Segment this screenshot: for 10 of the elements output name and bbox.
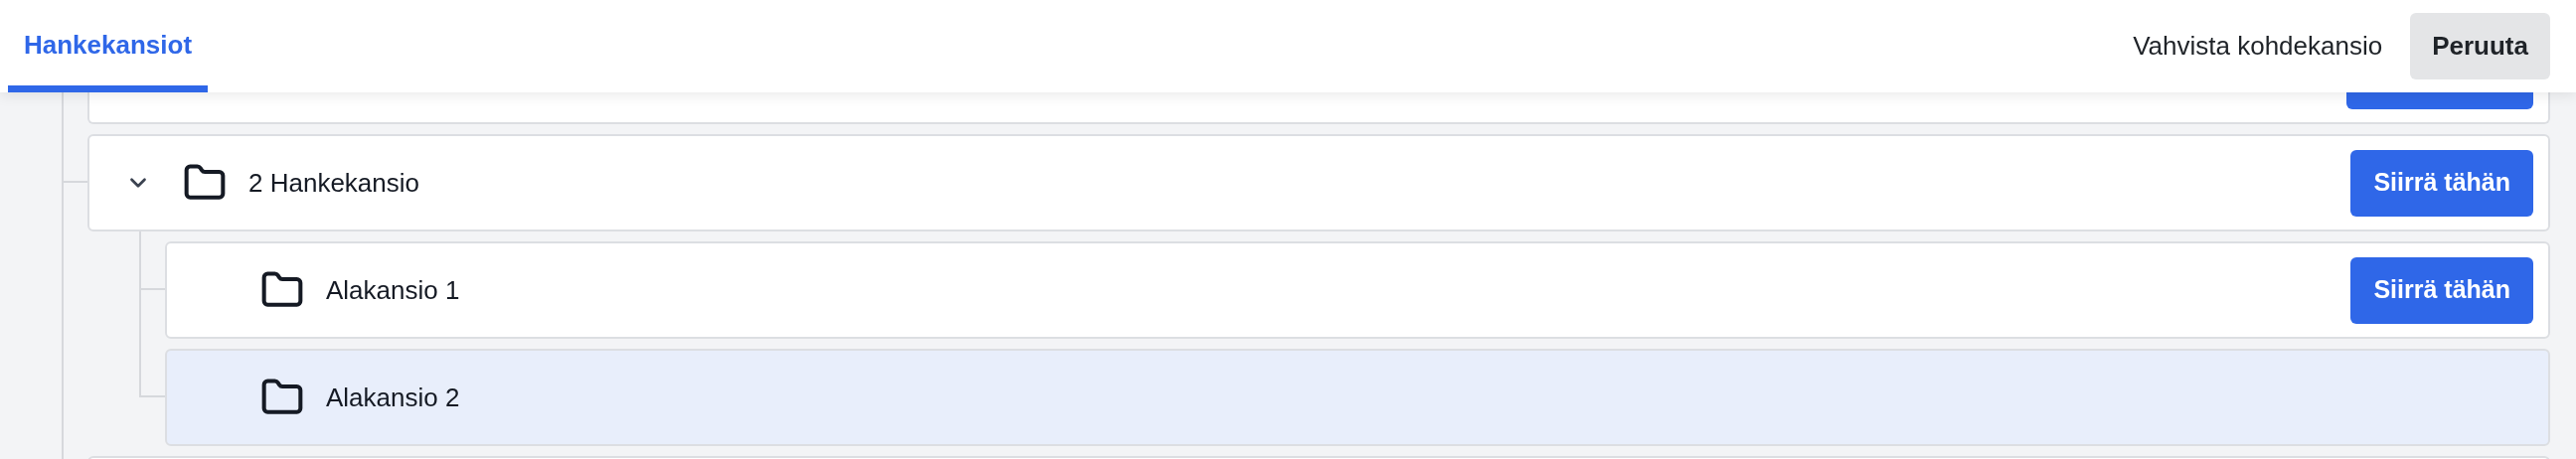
folder-name: Alakansio 1 <box>326 273 460 307</box>
folder-row[interactable]: Alakansio 2 <box>165 349 2550 446</box>
folder-row[interactable]: Alakansio 1 Siirrä tähän <box>165 241 2550 339</box>
confirm-button[interactable]: Vahvista kohdekansio <box>2133 27 2383 66</box>
move-button[interactable]: Siirrä tähän <box>2350 149 2533 217</box>
move-button[interactable]: Siirrä tähän <box>2350 256 2533 324</box>
folder-name: Alakansio 2 <box>326 381 460 414</box>
folder-row[interactable]: 2 Hankekansio Siirrä tähän <box>87 134 2550 231</box>
folder-name: 2 Hankekansio <box>248 166 419 200</box>
cancel-button[interactable]: Peruuta <box>2410 13 2550 79</box>
